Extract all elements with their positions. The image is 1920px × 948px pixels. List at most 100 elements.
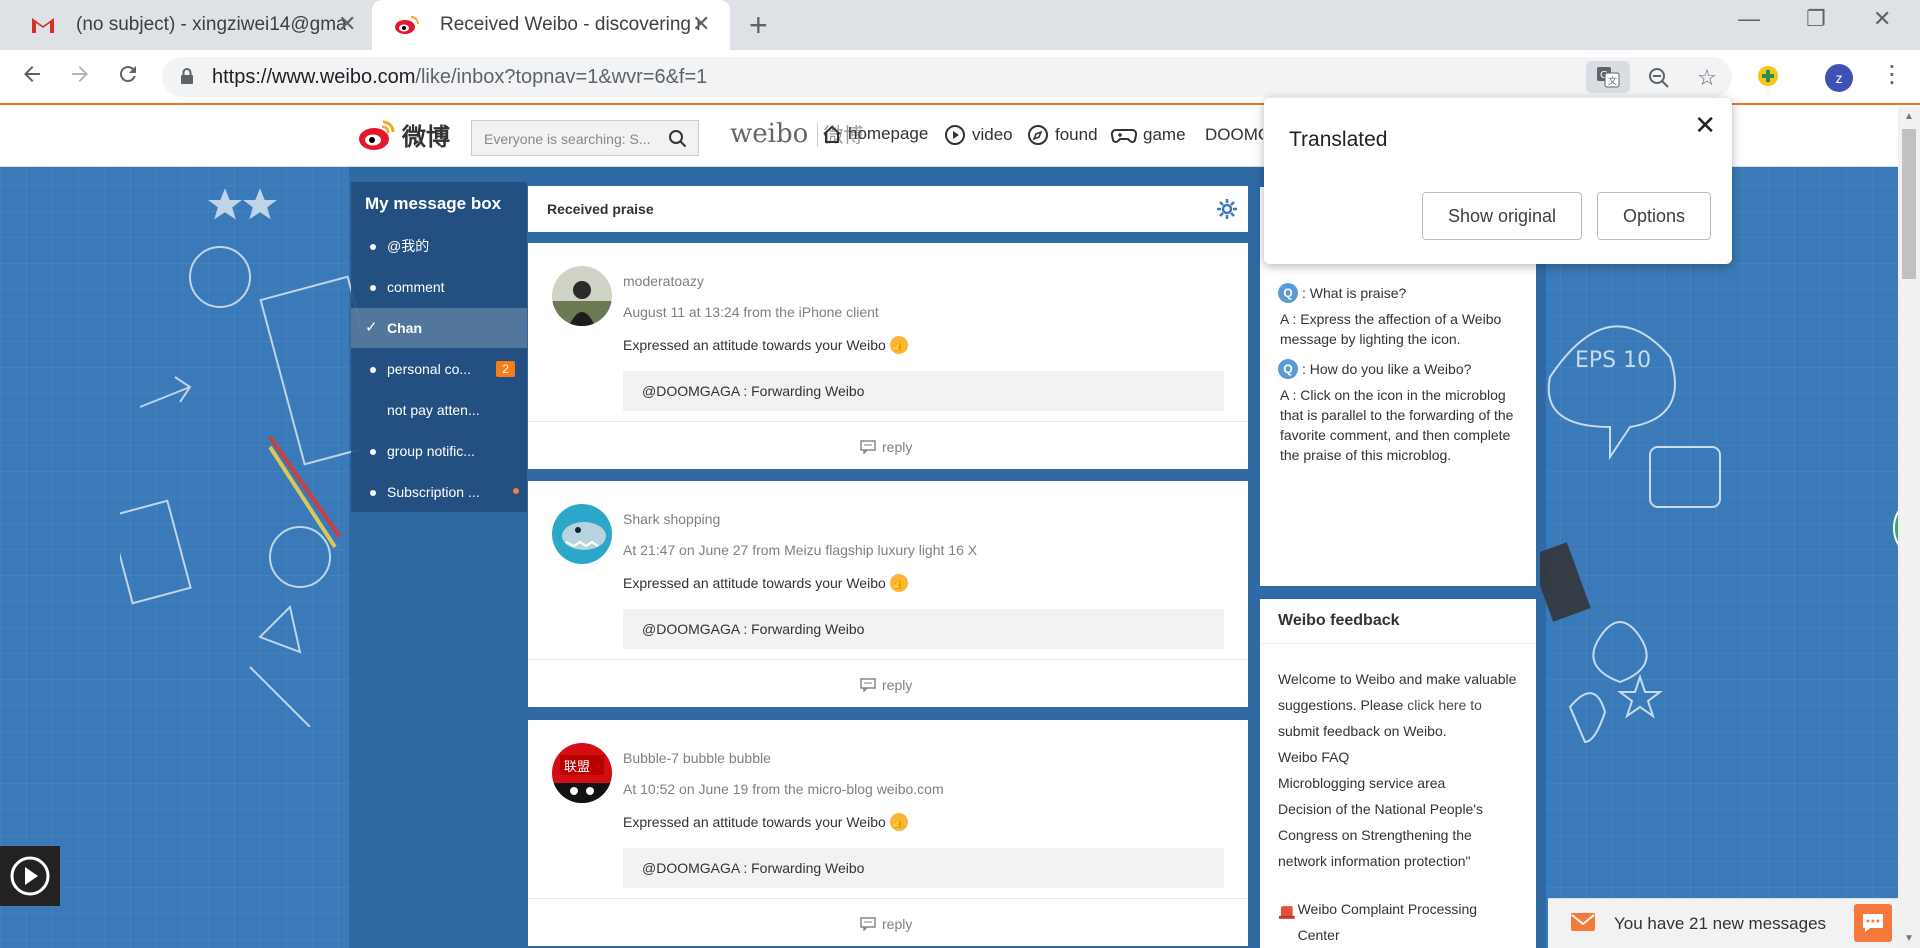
menu-item-comment[interactable]: comment xyxy=(351,267,527,307)
reply-button[interactable]: reply xyxy=(860,916,912,932)
feedback-link-tail[interactable]: submit feedback on Weibo. xyxy=(1278,723,1447,739)
zoom-out-icon[interactable] xyxy=(1646,65,1672,91)
nav-homepage[interactable]: homepage xyxy=(822,124,928,144)
media-play-widget[interactable] xyxy=(0,846,60,906)
weibo-logo[interactable]: 微博 xyxy=(358,117,450,152)
weibo-search-input[interactable]: Everyone is searching: S... xyxy=(471,120,699,156)
faq-question: Q: How do you like a Weibo? xyxy=(1278,359,1518,379)
feed-title: Received praise xyxy=(547,201,654,217)
menu-item-chan[interactable]: ✓ Chan xyxy=(351,308,527,348)
menu-item-personal[interactable]: personal co... 2 xyxy=(351,349,527,389)
faq-link[interactable]: Weibo FAQ xyxy=(1278,744,1518,770)
complaint-center-link[interactable]: Weibo Complaint Processing Center xyxy=(1278,896,1518,948)
quoted-weibo[interactable]: @DOOMGAGA : Forwarding Weibo xyxy=(623,848,1224,888)
praise-card: moderatoazy August 11 at 13:24 from the … xyxy=(528,243,1248,469)
close-window-button[interactable]: ✕ xyxy=(1873,6,1891,32)
user-name[interactable]: Shark shopping xyxy=(623,511,720,527)
user-avatar[interactable]: 联盟 xyxy=(552,743,612,803)
bookmark-star-icon[interactable]: ☆ xyxy=(1694,65,1720,91)
quoted-weibo[interactable]: @DOOMGAGA : Forwarding Weibo xyxy=(623,609,1224,649)
quoted-weibo[interactable]: @DOOMGAGA : Forwarding Weibo xyxy=(623,371,1224,411)
settings-gear-icon[interactable] xyxy=(1216,198,1238,225)
show-original-button[interactable]: Show original xyxy=(1422,192,1582,240)
home-icon xyxy=(823,125,841,143)
check-icon: ✓ xyxy=(365,319,378,336)
menu-item-label: personal co... xyxy=(387,361,472,377)
svg-text:联盟: 联盟 xyxy=(564,760,590,775)
nav-label: game xyxy=(1143,125,1186,144)
url-text: https://www.weibo.com/like/inbox?topnav=… xyxy=(212,66,708,88)
decision-link[interactable]: Decision of the National People's Congre… xyxy=(1278,796,1518,874)
nav-user[interactable]: DOOMGAGA xyxy=(1199,124,1263,146)
menu-item-at-me[interactable]: @我的 xyxy=(351,226,527,266)
compass-icon xyxy=(1028,125,1048,145)
user-name[interactable]: moderatoazy xyxy=(623,273,704,289)
action-text: Expressed an attitude towards your Weibo… xyxy=(623,813,908,831)
minimize-button[interactable]: — xyxy=(1738,6,1760,32)
chat-icon[interactable] xyxy=(1854,904,1892,942)
divider xyxy=(528,421,1248,422)
play-icon xyxy=(10,856,50,896)
menu-item-subscription[interactable]: Subscription ... xyxy=(351,472,527,512)
envelope-icon xyxy=(1570,911,1596,938)
scrollbar-thumb[interactable] xyxy=(1902,129,1916,279)
weibo-icon xyxy=(394,14,420,36)
user-avatar[interactable] xyxy=(552,504,612,564)
close-tab-icon[interactable]: ✕ xyxy=(692,11,710,37)
nav-video[interactable]: video xyxy=(944,124,1013,146)
doodle-illustration xyxy=(120,188,360,727)
service-area-link[interactable]: Microblogging service area xyxy=(1278,770,1518,796)
divider xyxy=(528,659,1248,660)
search-icon[interactable] xyxy=(668,129,688,154)
close-tab-icon[interactable]: ✕ xyxy=(338,11,356,37)
menu-icon[interactable]: ⋮ xyxy=(1880,60,1904,89)
restore-button[interactable]: ❐ xyxy=(1806,6,1826,32)
page-scrollbar[interactable]: ▲ ▼ xyxy=(1898,107,1920,948)
feedback-link[interactable]: click here to xyxy=(1407,697,1482,713)
feed-header: Received praise xyxy=(528,186,1248,232)
tab-title: (no subject) - xingziwei14@gmail.com - G… xyxy=(76,14,346,35)
action-text: Expressed an attitude towards your Weibo… xyxy=(623,574,908,592)
tab-gmail[interactable]: (no subject) - xingziwei14@gmail.com - G… xyxy=(0,0,372,50)
menu-item-label: Subscription ... xyxy=(387,484,480,500)
new-tab-button[interactable]: + xyxy=(749,7,768,44)
new-messages-text: You have 21 new messages xyxy=(1614,914,1827,933)
extension-icon[interactable] xyxy=(1756,64,1780,93)
tab-title: Received Weibo - discovering new things xyxy=(440,14,700,35)
back-icon[interactable] xyxy=(20,62,44,93)
weibo-logo-icon xyxy=(359,120,395,150)
translate-popup: Translated ✕ Show original Options xyxy=(1264,98,1732,264)
reply-button[interactable]: reply xyxy=(860,677,912,693)
scroll-down-icon[interactable]: ▼ xyxy=(1904,933,1914,944)
menu-item-label: Chan xyxy=(387,320,422,336)
reload-icon[interactable] xyxy=(116,62,140,93)
nav-label: video xyxy=(972,125,1013,144)
menu-item-group-notification[interactable]: group notific... xyxy=(351,431,527,471)
feedback-title: Weibo feedback xyxy=(1260,599,1536,644)
user-avatar[interactable] xyxy=(552,266,612,326)
options-button[interactable]: Options xyxy=(1597,192,1711,240)
nav-found[interactable]: found xyxy=(1027,124,1098,146)
menu-item-not-pay-attention[interactable]: not pay atten... xyxy=(351,390,527,430)
tab-weibo[interactable]: Received Weibo - discovering new things … xyxy=(372,0,730,50)
profile-avatar[interactable]: z xyxy=(1825,64,1853,92)
scroll-up-icon[interactable]: ▲ xyxy=(1904,111,1914,122)
lock-icon xyxy=(180,67,194,90)
doodle-illustration-right: EPS 10 xyxy=(1540,325,1721,744)
new-messages-bar[interactable]: You have 21 new messages xyxy=(1548,898,1898,948)
nav-game[interactable]: game xyxy=(1111,124,1186,146)
close-icon[interactable]: ✕ xyxy=(1694,110,1716,141)
divider xyxy=(528,898,1248,899)
message-box-menu: My message box @我的 comment ✓ Chan persona… xyxy=(351,182,527,512)
faq-answer: A : Click on the icon in the microblog t… xyxy=(1280,387,1514,463)
user-name[interactable]: Bubble-7 bubble bubble xyxy=(623,750,771,766)
praise-card: Shark shopping At 21:47 on June 27 from … xyxy=(528,481,1248,707)
popup-title: Translated xyxy=(1289,128,1388,151)
question-icon: Q xyxy=(1278,283,1298,303)
like-icon: 👍 xyxy=(889,336,908,354)
translate-icon[interactable]: G文 xyxy=(1586,61,1630,93)
forward-icon[interactable] xyxy=(68,62,92,93)
reply-button[interactable]: reply xyxy=(860,439,912,455)
bullet-icon xyxy=(370,244,376,250)
address-bar[interactable]: https://www.weibo.com/like/inbox?topnav=… xyxy=(162,57,1732,97)
